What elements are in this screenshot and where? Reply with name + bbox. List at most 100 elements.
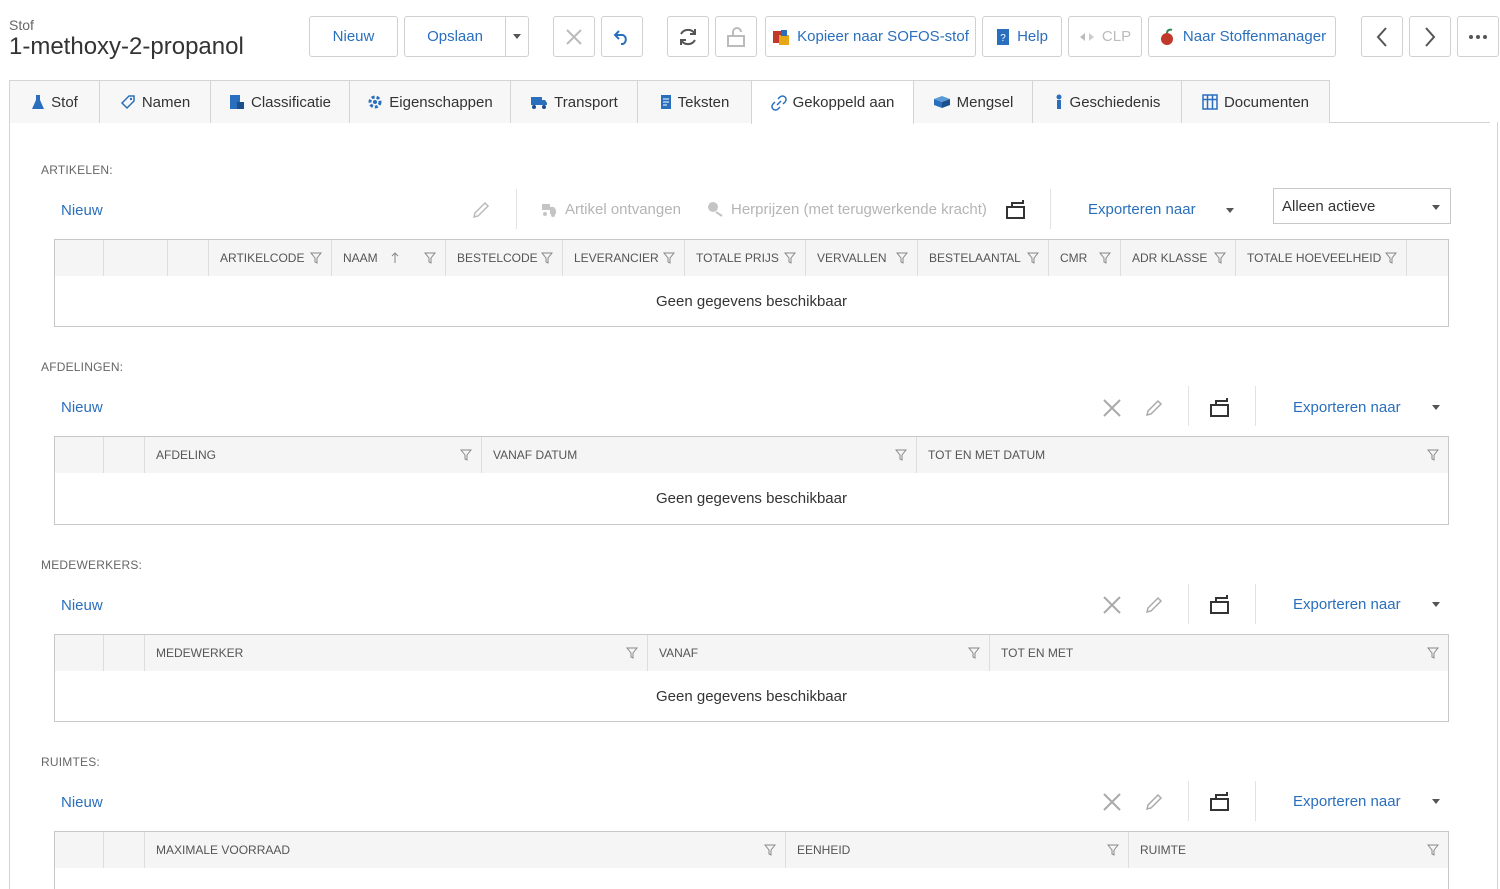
ruimtes-edit-button[interactable] [1144,792,1164,812]
column-header-totale-hoeveelheid[interactable]: TOTALE HOEVEELHEID [1236,240,1407,276]
column-header-bestelaantal[interactable]: BESTELAANTAL [918,240,1049,276]
filter-icon[interactable] [764,844,776,856]
filter-icon[interactable] [1427,449,1439,461]
column-header-artikelcode[interactable]: ARTIKELCODE [209,240,332,276]
grid-select-column[interactable] [55,437,104,473]
afdelingen-columns-button[interactable] [1208,395,1232,419]
copy-to-sofos-button[interactable]: Kopieer naar SOFOS-stof [765,16,976,57]
filter-icon[interactable] [1385,252,1397,264]
column-header-vanaf-datum[interactable]: VANAF DATUM [482,437,917,473]
column-header-eenheid[interactable]: EENHEID [786,832,1129,868]
cancel-button[interactable] [553,16,595,57]
tab-stof[interactable]: Stof [9,80,100,123]
refresh-icon [680,28,696,45]
afdelingen-delete-button[interactable] [1102,398,1122,418]
medewerkers-edit-button[interactable] [1144,595,1164,615]
column-header-vervallen[interactable]: VERVALLEN [806,240,918,276]
undo-button[interactable] [601,16,643,57]
ellipsis-icon [1469,34,1487,39]
grid-select-column[interactable] [55,240,104,276]
artikelen-export-button[interactable]: Exporteren naar [1088,201,1196,218]
help-button[interactable]: ? Help [982,16,1062,57]
column-header-bestelcode[interactable]: BESTELCODE [446,240,563,276]
grid-select-column[interactable] [55,635,104,671]
tab-classificatie[interactable]: Classificatie [210,80,350,123]
filter-icon[interactable] [541,252,553,264]
chevron-down-icon[interactable] [1432,602,1440,607]
column-header-ruimte[interactable]: RUIMTE [1129,832,1448,868]
clp-button[interactable]: CLP [1068,16,1142,57]
filter-icon[interactable] [424,252,436,264]
page-title: 1-methoxy-2-propanol [9,33,244,60]
chevron-down-icon[interactable] [1432,799,1440,804]
filter-icon[interactable] [626,647,638,659]
reprice-button[interactable]: Herprijzen (met terugwerkende kracht) [706,200,987,218]
afdelingen-new-link[interactable]: Nieuw [61,399,103,416]
grid-select-column[interactable] [55,832,104,868]
new-button[interactable]: Nieuw [309,16,398,57]
filter-icon[interactable] [784,252,796,264]
column-header-totale-prijs[interactable]: TOTALE PRIJS [685,240,806,276]
artikelen-columns-button[interactable] [1004,197,1028,221]
artikelen-status-select[interactable]: Alleen actieve [1273,188,1451,224]
tab-namen[interactable]: Namen [99,80,211,123]
filter-icon[interactable] [663,252,675,264]
ruimtes-export-button[interactable]: Exporteren naar [1293,793,1401,810]
sort-ascending-icon[interactable] [390,252,400,264]
filter-icon[interactable] [895,449,907,461]
unlock-button[interactable] [715,16,757,57]
column-header-medewerker[interactable]: MEDEWERKER [145,635,648,671]
filter-icon[interactable] [1427,647,1439,659]
medewerkers-columns-button[interactable] [1208,592,1232,616]
column-header-adr-klasse[interactable]: ADR KLASSE [1121,240,1236,276]
filter-icon[interactable] [460,449,472,461]
tab-mengsel[interactable]: Mengsel [913,80,1033,123]
next-button[interactable] [1409,16,1451,57]
filter-icon[interactable] [1027,252,1039,264]
previous-button[interactable] [1361,16,1403,57]
medewerkers-export-button[interactable]: Exporteren naar [1293,596,1401,613]
column-header-vanaf[interactable]: VANAF [648,635,990,671]
afdelingen-export-button[interactable]: Exporteren naar [1293,399,1401,416]
tab-geschiedenis[interactable]: Geschiedenis [1032,80,1182,123]
chevron-left-icon [1376,26,1387,47]
column-header-cmr[interactable]: CMR [1049,240,1121,276]
save-button[interactable]: Opslaan [404,16,506,57]
chevron-down-icon[interactable] [1226,208,1234,213]
column-header-tot-en-met-datum[interactable]: TOT EN MET DATUM [917,437,1448,473]
ruimtes-delete-button[interactable] [1102,792,1122,812]
artikelen-edit-button[interactable] [471,200,491,220]
column-header-afdeling[interactable]: AFDELING [145,437,482,473]
tab-gekoppeld-aan[interactable]: Gekoppeld aan [751,80,914,124]
tab-documenten[interactable]: Documenten [1181,80,1330,123]
column-header-tot-en-met[interactable]: TOT EN MET [990,635,1448,671]
filter-icon[interactable] [1099,252,1111,264]
tab-label: Teksten [677,93,730,111]
tab-transport[interactable]: Transport [510,80,638,123]
to-stoffenmanager-button[interactable]: Naar Stoffenmanager [1148,16,1336,57]
afdelingen-edit-button[interactable] [1144,398,1164,418]
column-header-leverancier[interactable]: LEVERANCIER [563,240,685,276]
refresh-button[interactable] [667,16,709,57]
ruimtes-columns-button[interactable] [1208,789,1232,813]
filter-icon[interactable] [1107,844,1119,856]
tab-teksten[interactable]: Teksten [637,80,752,123]
column-header-label: AFDELING [156,448,217,462]
column-header-maximale-voorraad[interactable]: MAXIMALE VOORRAAD [145,832,786,868]
medewerkers-delete-button[interactable] [1102,595,1122,615]
receive-article-button[interactable]: Artikel ontvangen [540,200,681,218]
ruimtes-new-link[interactable]: Nieuw [61,794,103,811]
medewerkers-new-link[interactable]: Nieuw [61,597,103,614]
chevron-down-icon[interactable] [1432,405,1440,410]
filter-icon[interactable] [1214,252,1226,264]
filter-icon[interactable] [310,252,322,264]
artikelen-new-link[interactable]: Nieuw [61,202,103,219]
filter-icon[interactable] [1427,844,1439,856]
filter-icon[interactable] [968,647,980,659]
more-button[interactable] [1457,16,1499,57]
column-header-naam[interactable]: NAAM [332,240,446,276]
filter-icon[interactable] [896,252,908,264]
tab-eigenschappen[interactable]: Eigenschappen [349,80,511,123]
save-dropdown-button[interactable] [505,16,529,57]
section-label-ruimtes: RUIMTES: [41,755,100,769]
